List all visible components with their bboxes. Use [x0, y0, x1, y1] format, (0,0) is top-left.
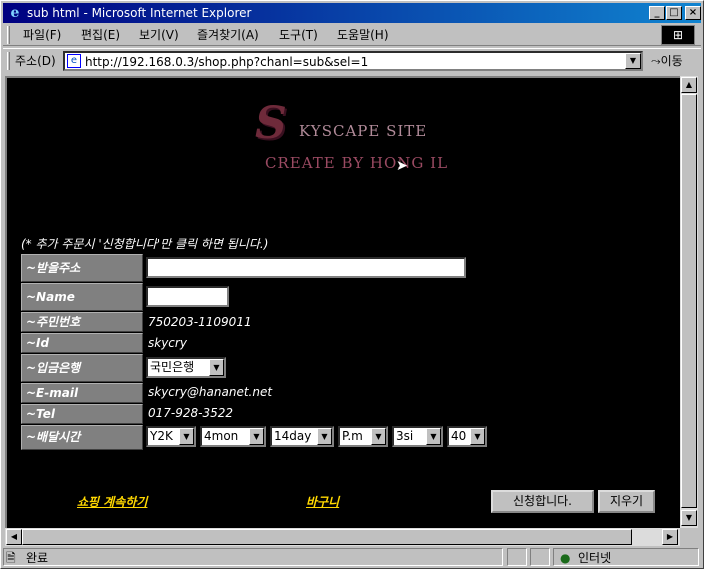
go-arrow-icon: ⤳ — [651, 54, 661, 68]
scroll-up-arrow-icon[interactable]: ▲ — [681, 77, 697, 93]
go-button[interactable]: ⤳이동 — [651, 53, 683, 69]
menu-favorites[interactable]: 즐겨찾기(A) — [197, 27, 259, 43]
address-input[interactable]: e http://192.168.0.3/shop.php?chanl=sub&… — [63, 51, 643, 71]
field-label-id: ~Id — [21, 333, 143, 353]
address-label: 주소(D) — [15, 54, 56, 68]
name-field[interactable] — [146, 286, 229, 307]
minimize-button[interactable]: _ — [649, 6, 665, 20]
ie-logo-icon: e — [10, 5, 20, 21]
field-label-email: ~E-mail — [21, 383, 143, 403]
globe-icon: ● — [560, 551, 571, 565]
zone-text: 인터넷 — [578, 551, 612, 565]
cart-link[interactable]: 바구니 — [306, 493, 339, 510]
horizontal-scrollbar[interactable]: ◀ ▶ — [5, 528, 680, 546]
window-title: sub html - Microsoft Internet Explorer — [27, 6, 252, 20]
delivery-month-select[interactable]: 4mon ▼ — [200, 426, 266, 447]
id-value: skycry — [148, 336, 187, 350]
menu-view[interactable]: 보기(V) — [139, 27, 179, 43]
title-bar: e sub html - Microsoft Internet Explorer… — [3, 3, 701, 23]
scroll-down-arrow-icon[interactable]: ▼ — [681, 510, 697, 526]
toolbar-grip[interactable] — [7, 52, 10, 70]
status-bar: 🗎 완료 ● 인터넷 — [3, 547, 701, 567]
status-panel-2 — [530, 548, 550, 566]
order-notice: (* 추가 주문시 '신청합니다'만 클릭 하면 됩니다.) — [21, 237, 269, 251]
submit-button[interactable]: 신청합니다. — [491, 490, 594, 513]
delivery-hour-select[interactable]: 3si ▼ — [392, 426, 443, 447]
delivery-ampm-select[interactable]: P.m ▼ — [338, 426, 388, 447]
windows-logo-icon: ⊞ — [661, 25, 695, 45]
toolbar-grip[interactable] — [7, 26, 10, 44]
status-text: 완료 — [26, 551, 49, 565]
scroll-right-arrow-icon[interactable]: ▶ — [662, 529, 678, 545]
menu-tools[interactable]: 도구(T) — [279, 27, 318, 43]
status-panel-zone: ● 인터넷 — [553, 548, 699, 566]
page-content: S KYSCAPE SITE CREATE BY HONG IL ➤ (* 추가… — [5, 76, 680, 528]
logo-line-2: CREATE BY HONG IL — [265, 154, 449, 172]
address-field[interactable] — [146, 257, 466, 278]
close-button[interactable]: × — [685, 6, 701, 20]
field-label-resident-number: ~주민번호 — [21, 312, 143, 332]
field-label-tel: ~Tel — [21, 404, 143, 424]
page-icon: e — [67, 54, 81, 68]
bank-select-value: 국민은행 — [150, 360, 195, 374]
maximize-button[interactable]: □ — [666, 6, 682, 20]
vertical-scroll-thumb[interactable] — [681, 94, 697, 508]
site-logo: S KYSCAPE SITE CREATE BY HONG IL — [251, 98, 451, 178]
scroll-left-arrow-icon[interactable]: ◀ — [6, 529, 22, 545]
menu-file[interactable]: 파일(F) — [23, 27, 61, 43]
chevron-down-icon[interactable]: ▼ — [371, 428, 386, 445]
field-label-address: ~받을주소 — [21, 254, 143, 282]
logo-letter: S — [255, 98, 287, 149]
delivery-year-select[interactable]: Y2K ▼ — [146, 426, 196, 447]
chevron-down-icon[interactable]: ▼ — [179, 428, 194, 445]
mouse-cursor-icon: ➤ — [396, 158, 408, 174]
horizontal-scroll-thumb[interactable] — [22, 529, 632, 545]
vertical-scrollbar[interactable]: ▲ ▼ — [680, 76, 698, 528]
status-panel-1 — [507, 548, 527, 566]
address-bar: 주소(D) e http://192.168.0.3/shop.php?chan… — [3, 48, 701, 74]
status-panel-main: 🗎 완료 — [3, 548, 503, 566]
chevron-down-icon[interactable]: ▼ — [209, 359, 224, 376]
menu-bar: 파일(F) 편집(E) 보기(V) 즐겨찾기(A) 도구(T) 도움말(H) ⊞ — [3, 24, 701, 46]
delivery-day-select[interactable]: 14day ▼ — [270, 426, 334, 447]
email-value: skycry@hananet.net — [148, 385, 273, 399]
continue-shopping-link[interactable]: 쇼핑 계속하기 — [77, 493, 147, 510]
chevron-down-icon[interactable]: ▼ — [317, 428, 332, 445]
chevron-down-icon[interactable]: ▼ — [249, 428, 264, 445]
chevron-down-icon[interactable]: ▼ — [426, 428, 441, 445]
resident-number-value: 750203-1109011 — [148, 315, 252, 329]
menu-edit[interactable]: 편집(E) — [81, 27, 120, 43]
status-page-icon: 🗎 — [6, 551, 16, 565]
menu-help[interactable]: 도움말(H) — [337, 27, 389, 43]
browser-window: e sub html - Microsoft Internet Explorer… — [0, 0, 704, 569]
address-url[interactable]: http://192.168.0.3/shop.php?chanl=sub&se… — [85, 54, 368, 70]
tel-value: 017-928-3522 — [148, 406, 234, 420]
field-label-bank: ~입금은행 — [21, 354, 143, 382]
clear-button[interactable]: 지우기 — [598, 490, 655, 513]
field-label-name: ~Name — [21, 283, 143, 311]
chevron-down-icon[interactable]: ▼ — [625, 53, 641, 69]
chevron-down-icon[interactable]: ▼ — [470, 428, 485, 445]
logo-line-1: KYSCAPE SITE — [299, 122, 428, 140]
field-label-delivery-time: ~배달시간 — [21, 425, 143, 450]
delivery-minute-select[interactable]: 40 ▼ — [447, 426, 487, 447]
bank-select[interactable]: 국민은행 ▼ — [146, 357, 226, 378]
